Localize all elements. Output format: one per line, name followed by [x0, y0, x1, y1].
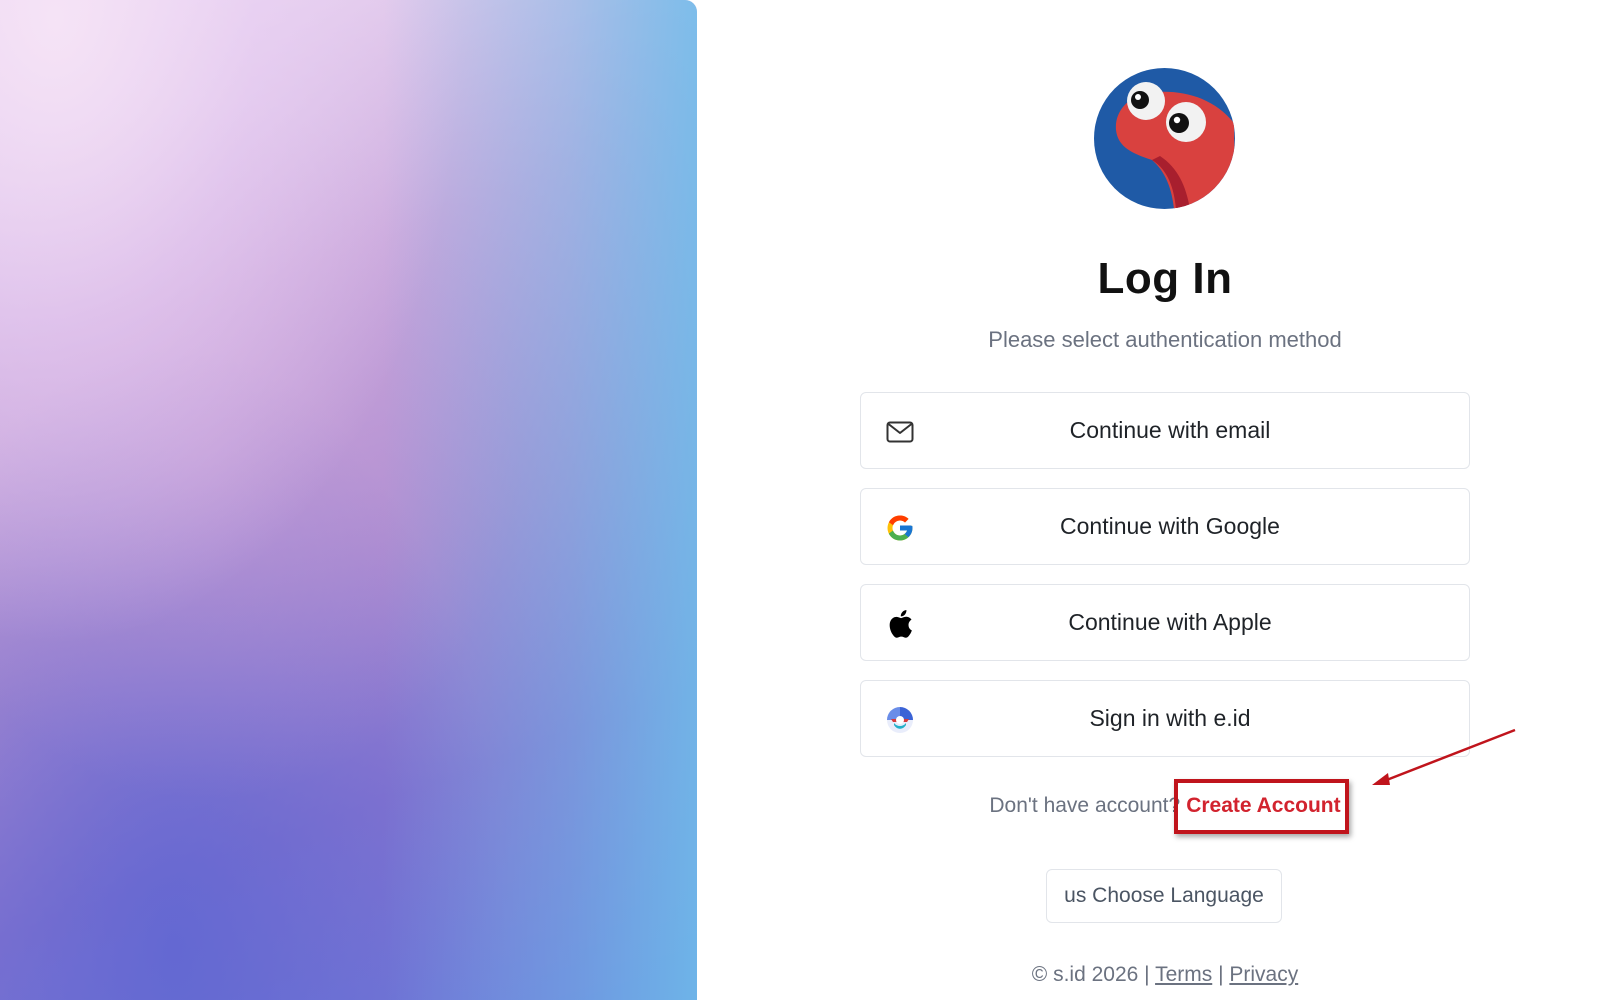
continue-with-apple-button[interactable]: Continue with Apple [860, 584, 1470, 661]
page-subtitle: Please select authentication method [988, 327, 1342, 352]
footer-separator: | [1212, 963, 1230, 986]
google-button-label: Continue with Google [1060, 513, 1280, 539]
login-page: Log In Please select authentication meth… [0, 0, 1605, 1000]
footer-copyright: © s.id 2026 | [1031, 963, 1156, 986]
terms-link[interactable]: Terms [1155, 963, 1212, 986]
signup-prompt-text: Don't have account? [989, 794, 1181, 817]
eid-icon [885, 705, 915, 735]
apple-button-label: Continue with Apple [1068, 609, 1272, 635]
mail-icon [885, 417, 915, 447]
hero-gradient-panel [0, 0, 697, 1000]
apple-icon [885, 609, 915, 639]
brand-logo [1094, 68, 1235, 209]
signup-prompt-row: Don't have account? Create Account [860, 794, 1470, 818]
footer: © s.id 2026 | Terms | Privacy [860, 963, 1470, 987]
email-button-label: Continue with email [1069, 417, 1271, 443]
page-title: Log In [1097, 254, 1233, 303]
continue-with-google-button[interactable]: Continue with Google [860, 488, 1470, 565]
continue-with-email-button[interactable]: Continue with email [860, 392, 1470, 469]
annotation-highlight-box [1174, 779, 1349, 834]
privacy-link[interactable]: Privacy [1229, 963, 1298, 986]
google-icon [885, 513, 915, 543]
annotation-arrow-icon [1372, 728, 1516, 785]
choose-language-button[interactable]: us Choose Language [1046, 869, 1282, 923]
